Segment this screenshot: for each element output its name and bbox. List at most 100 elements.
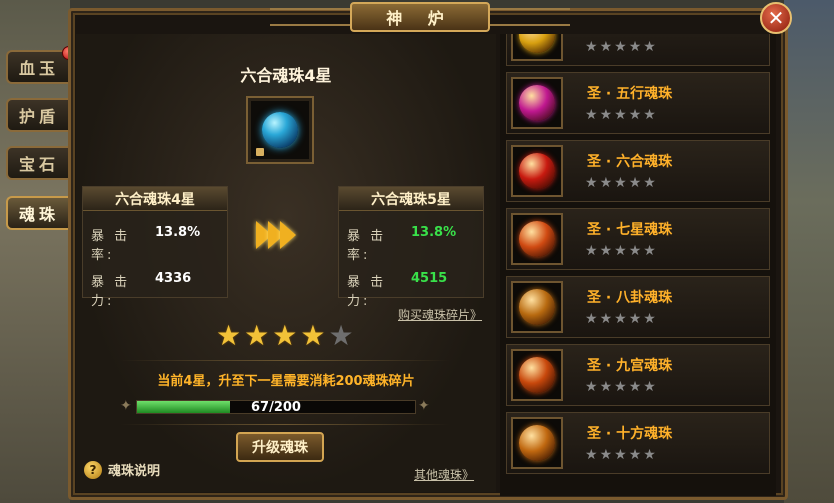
orb-icon [519, 289, 555, 325]
bead-star-rating: ★ ★ ★ ★ ★ [585, 107, 656, 123]
upgrade-button[interactable]: 升级魂珠 [236, 432, 324, 462]
star-empty-icon: ★ [628, 243, 642, 259]
star-empty-icon: ★ [643, 39, 656, 55]
orb-icon [519, 85, 555, 121]
star-empty-icon: ★ [599, 311, 613, 327]
crit-rate-label: 暴 击 率: [91, 229, 131, 263]
star-filled-icon: ★ [272, 319, 298, 352]
next-stats-title: 六合魂珠5星 [339, 187, 483, 211]
star-empty-icon: ★ [599, 243, 613, 259]
bead-name: 圣 · 六合魂珠 [587, 154, 673, 170]
divider [120, 424, 450, 425]
bead-name: 圣 · 十方魂珠 [587, 426, 673, 442]
orb-icon [519, 425, 555, 461]
tab-shield[interactable]: 护盾 [6, 98, 70, 132]
bead-orb-icon [511, 34, 563, 61]
upgrade-arrow-icon [256, 218, 316, 252]
star-empty-icon: ★ [599, 447, 613, 463]
list-item[interactable]: 圣 · 五行魂珠 ★ ★ ★ ★ ★ [506, 72, 770, 134]
question-icon: ? [84, 460, 102, 479]
crit-rate-value: 13.8% [155, 225, 201, 240]
list-item[interactable]: 圣 · 六合魂珠 ★ ★ ★ ★ ★ [506, 140, 770, 202]
current-stats-box: 六合魂珠4星 暴 击 率: 13.8% 暴 击 力: 4336 [82, 186, 228, 309]
tab-gem[interactable]: 宝石 [6, 146, 70, 180]
list-item[interactable]: 圣 · 八卦魂珠 ★ ★ ★ ★ ★ [506, 276, 770, 338]
bead-name: 圣 · 七星魂珠 [587, 222, 673, 238]
star-empty-icon: ★ [643, 175, 656, 191]
divider [120, 360, 450, 361]
buy-fragments-link[interactable]: 购买魂珠碎片》 [398, 306, 482, 323]
list-item[interactable]: ★ ★ ★ ★ ★ [506, 34, 770, 66]
other-beads-link[interactable]: 其他魂珠》 [414, 466, 474, 483]
crit-power-value: 4336 [155, 271, 192, 286]
crit-power-label: 暴 击 力: [347, 275, 387, 309]
star-empty-icon: ★ [614, 39, 627, 55]
bead-list[interactable]: ★ ★ ★ ★ ★ 圣 · 五行魂珠 ★ ★ ★ ★ ★ 圣 · 六合魂珠 ★ ★ ★ ★ ★ 圣 · 七星魂珠 ★… [500, 34, 776, 496]
star-empty-icon: ★ [585, 39, 598, 55]
star-empty-icon: ★ [585, 243, 598, 259]
star-filled-icon: ★ [244, 319, 270, 352]
star-empty-icon: ★ [643, 243, 656, 259]
crit-power-value: 4515 [411, 271, 448, 286]
bead-orb-icon [511, 213, 563, 265]
star-empty-icon: ★ [643, 379, 656, 395]
next-stats-box: 六合魂珠5星 暴 击 率: 13.8% 暴 击 力: 4515 [338, 186, 484, 309]
title-ornament-right [490, 8, 570, 26]
star-empty-icon: ★ [643, 311, 656, 327]
item-slot[interactable] [246, 96, 314, 164]
bead-star-rating: ★ ★ ★ ★ ★ [585, 447, 656, 463]
tab-label: 护盾 [18, 107, 59, 126]
tab-label: 血玉 [18, 59, 59, 78]
star-empty-icon: ★ [614, 379, 627, 395]
tab-blood-jade[interactable]: 血玉 [6, 46, 76, 84]
orb-icon [519, 153, 555, 189]
tab-label: 宝石 [18, 155, 59, 174]
progress-text: 67/200 [251, 400, 301, 415]
lock-icon [256, 148, 264, 156]
close-button[interactable]: ✕ [760, 2, 792, 34]
bead-orb-icon [511, 77, 563, 129]
star-empty-icon: ★ [628, 311, 642, 327]
list-item[interactable]: 圣 · 十方魂珠 ★ ★ ★ ★ ★ [506, 412, 770, 474]
help-button[interactable]: ? 魂珠说明 [84, 460, 160, 479]
star-empty-icon: ★ [628, 379, 642, 395]
window-title: 神 炉 [350, 2, 490, 32]
bead-star-rating: ★ ★ ★ ★ ★ [585, 379, 656, 395]
star-empty-icon: ★ [599, 175, 613, 191]
bead-orb-icon [511, 145, 563, 197]
tab-soul-bead[interactable]: 魂珠 [6, 196, 70, 230]
crit-power-label: 暴 击 力: [91, 275, 131, 309]
star-empty-icon: ★ [628, 107, 642, 123]
progress-cap-right-icon: ✦ [418, 398, 430, 414]
list-item[interactable]: 圣 · 七星魂珠 ★ ★ ★ ★ ★ [506, 208, 770, 270]
bead-star-rating: ★ ★ ★ ★ ★ [585, 311, 656, 327]
crit-rate-label: 暴 击 率: [347, 229, 387, 263]
fragment-progress-bar: 67/200 [136, 400, 416, 415]
star-rating: ★ ★ ★ ★ ★ [216, 322, 354, 350]
current-stats-title: 六合魂珠4星 [83, 187, 227, 211]
bead-name: 圣 · 五行魂珠 [587, 86, 673, 102]
help-label: 魂珠说明 [108, 464, 161, 479]
orb-icon [519, 221, 555, 257]
star-empty-icon: ★ [643, 107, 656, 123]
star-empty-icon: ★ [585, 447, 598, 463]
bead-orb-icon [511, 281, 563, 333]
item-title: 六合魂珠4星 [240, 66, 332, 85]
star-filled-icon: ★ [300, 319, 326, 352]
star-empty-icon: ★ [599, 39, 613, 55]
star-filled-icon: ★ [216, 319, 242, 352]
bead-star-rating: ★ ★ ★ ★ ★ [585, 175, 656, 191]
list-item[interactable]: 圣 · 九宫魂珠 ★ ★ ★ ★ ★ [506, 344, 770, 406]
bead-name: 圣 · 八卦魂珠 [587, 290, 673, 306]
bead-star-rating: ★ ★ ★ ★ ★ [585, 39, 656, 55]
upgrade-panel: 六合魂珠4星 六合魂珠4星 暴 击 率: 13.8% 暴 击 力: 4336 六… [76, 34, 496, 492]
star-empty-icon: ★ [628, 447, 642, 463]
title-ornament-left [270, 8, 350, 26]
bead-star-rating: ★ ★ ★ ★ ★ [585, 243, 656, 259]
progress-cap-left-icon: ✦ [120, 398, 132, 414]
star-empty-icon: ★ [628, 39, 642, 55]
background-scenery-right [784, 0, 834, 503]
star-empty-icon: ★ [643, 447, 656, 463]
blue-orb-icon [262, 112, 298, 148]
star-empty-icon: ★ [614, 243, 627, 259]
